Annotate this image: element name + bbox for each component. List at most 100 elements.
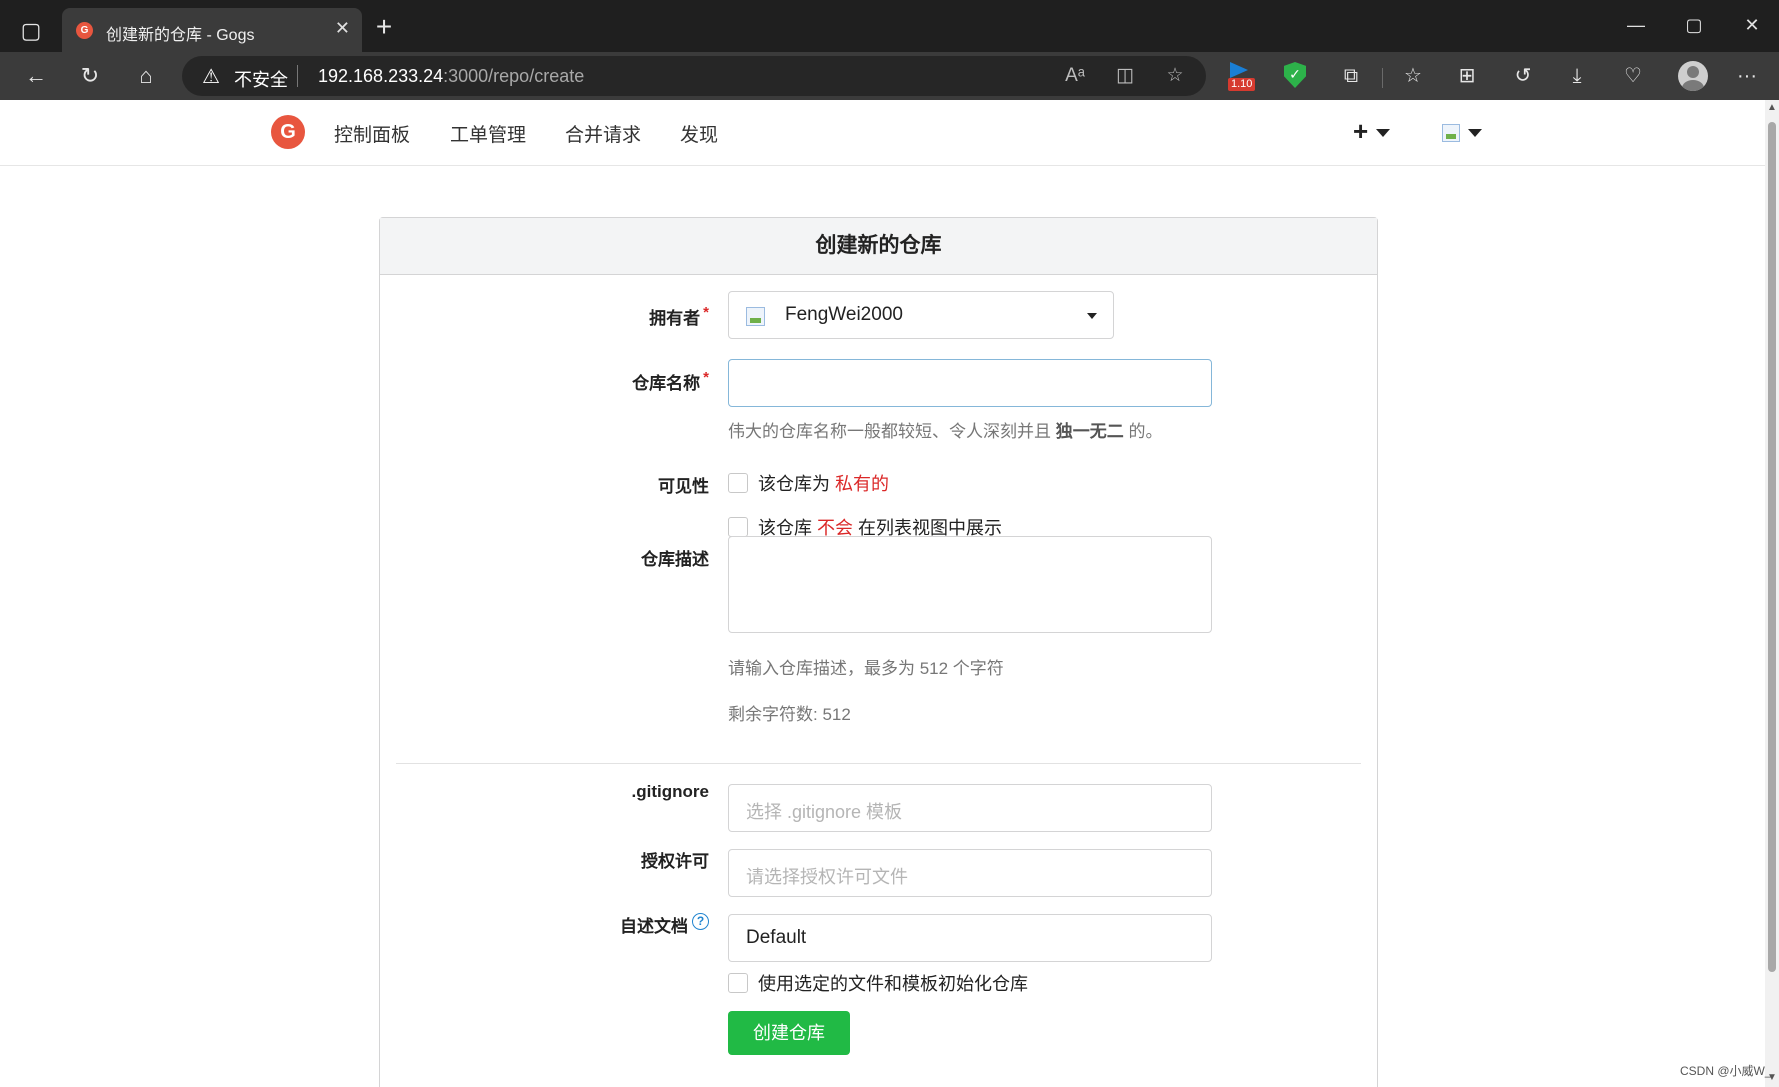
performance-heart-icon[interactable]: ♡ bbox=[1618, 62, 1648, 90]
auto-init-checkbox[interactable] bbox=[728, 973, 748, 994]
description-help: 请输入仓库描述，最多为 512 个字符 bbox=[728, 659, 1004, 678]
auto-init-label: 使用选定的文件和模板初始化仓库 bbox=[758, 974, 1028, 994]
home-icon[interactable]: ⌂ bbox=[128, 58, 164, 94]
gogs-top-nav: G 控制面板 工单管理 合并请求 发现 + bbox=[0, 100, 1765, 166]
unlisted-prefix: 该仓库 bbox=[758, 518, 818, 538]
license-placeholder: 请选择授权许可文件 bbox=[746, 867, 908, 887]
history-icon[interactable]: ↺ bbox=[1508, 62, 1538, 90]
user-avatar-menu[interactable] bbox=[1442, 124, 1482, 142]
nav-issues[interactable]: 工单管理 bbox=[450, 120, 526, 147]
owner-avatar-broken-image-icon bbox=[746, 307, 765, 326]
nav-explore[interactable]: 发现 bbox=[680, 120, 718, 147]
minimize-icon[interactable]: — bbox=[1616, 10, 1656, 40]
remaining-chars: 剩余字符数: 512 bbox=[728, 705, 851, 724]
extension-flag-shape bbox=[1230, 62, 1248, 78]
url-host: 192.168.233.24 bbox=[318, 66, 444, 86]
required-mark: * bbox=[703, 304, 709, 321]
required-mark: * bbox=[703, 369, 709, 386]
tab-close-icon[interactable]: ✕ bbox=[335, 18, 350, 39]
chevron-down-icon bbox=[1376, 129, 1391, 138]
owner-label-text: 拥有者 bbox=[649, 309, 701, 328]
dropdown-caret-icon bbox=[1087, 313, 1097, 319]
unlisted-suffix: 在列表视图中展示 bbox=[853, 518, 1003, 538]
repo-name-label: 仓库名称 * bbox=[409, 369, 709, 394]
favorites-list-icon[interactable]: ☆ bbox=[1398, 62, 1428, 90]
owner-dropdown[interactable]: FengWei2000 bbox=[728, 291, 1114, 339]
close-window-icon[interactable]: ✕ bbox=[1732, 10, 1772, 40]
readme-label-text: 自述文档 bbox=[620, 917, 688, 936]
browser-toolbar: ← ↻ ⌂ ⚠ 不安全 192.168.233.24:3000/repo/cre… bbox=[0, 52, 1779, 100]
chevron-down-icon bbox=[1468, 129, 1482, 137]
browser-tab-active[interactable]: G 创建新的仓库 - Gogs ✕ bbox=[62, 8, 362, 52]
warning-icon: ⚠ bbox=[202, 66, 220, 88]
page-content: G 控制面板 工单管理 合并请求 发现 + 创建新的仓库 拥有者 * FengWe… bbox=[0, 100, 1765, 1087]
watermark: CSDN @小威W_ bbox=[1680, 1064, 1772, 1078]
owner-value: FengWei2000 bbox=[785, 304, 903, 325]
page-scrollbar[interactable]: ▲ ▼ bbox=[1765, 100, 1779, 1087]
gitignore-select[interactable]: 选择 .gitignore 模板 bbox=[728, 784, 1212, 832]
address-separator bbox=[297, 65, 298, 87]
scrollbar-thumb[interactable] bbox=[1768, 122, 1776, 972]
tab-actions-icon[interactable]: ▢ bbox=[14, 14, 48, 48]
readme-value: Default bbox=[746, 927, 807, 948]
visibility-label: 可见性 bbox=[658, 477, 709, 496]
gitignore-placeholder: 选择 .gitignore 模板 bbox=[746, 802, 903, 822]
private-checkbox-row[interactable]: 该仓库为 私有的 bbox=[728, 470, 889, 496]
help-question-icon[interactable]: ? bbox=[692, 913, 709, 930]
more-menu-icon[interactable]: ··· bbox=[1732, 62, 1762, 90]
description-label: 仓库描述 bbox=[641, 550, 709, 569]
shield-extension-icon[interactable]: ✓ bbox=[1284, 62, 1306, 88]
extension-badge: 1.10 bbox=[1228, 78, 1256, 91]
unlisted-checkbox[interactable] bbox=[728, 517, 748, 538]
repo-name-help-suffix: 的。 bbox=[1123, 422, 1163, 441]
extension-flag-icon[interactable]: 1.10 bbox=[1226, 60, 1256, 91]
collections-icon[interactable]: ⊞ bbox=[1452, 62, 1482, 90]
maximize-icon[interactable]: ▢ bbox=[1674, 10, 1714, 40]
user-avatar-broken-image-icon bbox=[1442, 124, 1460, 142]
readme-select[interactable]: Default bbox=[728, 914, 1212, 962]
auto-init-checkbox-row[interactable]: 使用选定的文件和模板初始化仓库 bbox=[728, 970, 1028, 996]
gogs-favicon-icon: G bbox=[76, 22, 93, 39]
repo-name-help: 伟大的仓库名称一般都较短、令人深刻并且 独一无二 的。 bbox=[728, 417, 1162, 442]
page-title: 创建新的仓库 bbox=[380, 218, 1377, 275]
favorite-star-icon[interactable]: ☆ bbox=[1162, 64, 1188, 88]
toolbar-divider bbox=[1382, 68, 1383, 88]
plus-icon: + bbox=[1353, 116, 1369, 146]
address-bar[interactable]: ⚠ 不安全 192.168.233.24:3000/repo/create Aᵃ… bbox=[182, 56, 1206, 96]
private-highlight: 私有的 bbox=[835, 474, 890, 494]
security-label[interactable]: 不安全 bbox=[234, 66, 288, 92]
repo-name-help-prefix: 伟大的仓库名称一般都较短、令人深刻并且 bbox=[728, 422, 1056, 441]
scroll-up-icon[interactable]: ▲ bbox=[1767, 102, 1777, 113]
profile-avatar-icon[interactable] bbox=[1678, 61, 1708, 91]
downloads-icon[interactable]: ⤓ bbox=[1562, 62, 1592, 90]
gitignore-label: .gitignore bbox=[631, 782, 709, 801]
read-aloud-icon[interactable]: Aᵃ bbox=[1062, 64, 1088, 88]
browser-titlebar: ▢ G 创建新的仓库 - Gogs ✕ + — ▢ ✕ bbox=[0, 0, 1779, 52]
owner-label: 拥有者 * bbox=[409, 304, 709, 329]
repo-name-input[interactable] bbox=[728, 359, 1212, 407]
readme-label: 自述文档? bbox=[409, 912, 709, 937]
unlisted-highlight: 不会 bbox=[817, 518, 854, 538]
new-tab-button[interactable]: + bbox=[368, 12, 400, 44]
repo-name-help-bold: 独一无二 bbox=[1055, 422, 1124, 441]
url-path: :3000/repo/create bbox=[443, 66, 585, 86]
repo-name-label-text: 仓库名称 bbox=[632, 374, 701, 393]
gogs-logo-icon[interactable]: G bbox=[271, 115, 305, 149]
tab-title: 创建新的仓库 - Gogs bbox=[106, 27, 255, 44]
private-checkbox[interactable] bbox=[728, 473, 748, 494]
create-repo-button[interactable]: 创建仓库 bbox=[728, 1011, 850, 1055]
private-prefix: 该仓库为 bbox=[758, 474, 836, 494]
url-text[interactable]: 192.168.233.24:3000/repo/create bbox=[318, 66, 584, 87]
back-icon[interactable]: ← bbox=[18, 58, 54, 94]
description-textarea[interactable] bbox=[728, 536, 1212, 633]
section-divider bbox=[396, 763, 1361, 764]
license-select[interactable]: 请选择授权许可文件 bbox=[728, 849, 1212, 897]
create-new-menu[interactable]: + bbox=[1353, 116, 1391, 147]
extensions-puzzle-icon[interactable]: ⧉ bbox=[1336, 62, 1366, 90]
create-repo-card: 创建新的仓库 拥有者 * FengWei2000 仓库名称 * 伟大的仓库名称一般都… bbox=[379, 217, 1378, 1087]
nav-dashboard[interactable]: 控制面板 bbox=[334, 120, 410, 147]
split-screen-icon[interactable]: ◫ bbox=[1112, 64, 1138, 88]
nav-pull-requests[interactable]: 合并请求 bbox=[565, 120, 641, 147]
license-label: 授权许可 bbox=[641, 852, 709, 871]
refresh-icon[interactable]: ↻ bbox=[72, 58, 108, 94]
